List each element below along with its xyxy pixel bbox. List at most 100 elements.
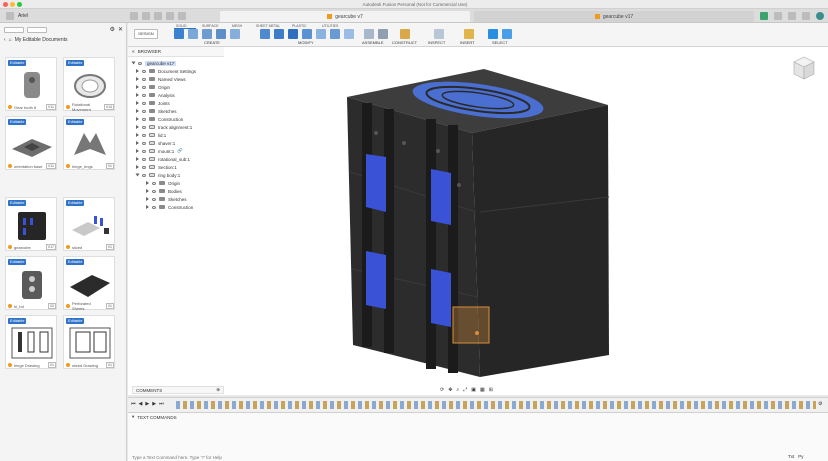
- txt-mode-radio[interactable]: Txt: [788, 454, 794, 459]
- tab-sheet-metal[interactable]: SHEET METAL: [256, 24, 280, 28]
- minimize-window-button[interactable]: [10, 2, 15, 7]
- pan-icon[interactable]: ✥: [448, 387, 452, 393]
- card-version[interactable]: V1: [105, 163, 114, 169]
- prev-step-icon[interactable]: ◀: [139, 401, 143, 407]
- hole-icon[interactable]: [216, 29, 226, 39]
- joint-icon[interactable]: [378, 29, 388, 39]
- text-command-input[interactable]: [128, 453, 778, 461]
- expand-icon[interactable]: [136, 117, 139, 121]
- visibility-icon[interactable]: [142, 77, 146, 81]
- visibility-icon[interactable]: [142, 93, 146, 97]
- expand-icon[interactable]: [146, 189, 149, 193]
- group-inspect[interactable]: INSPECT: [428, 40, 445, 45]
- user-name[interactable]: Ariel: [18, 12, 28, 20]
- card-orientation-base[interactable]: Editable orientation base V11: [5, 116, 57, 170]
- visibility-icon[interactable]: [142, 141, 146, 145]
- expand-icon[interactable]: [136, 101, 139, 105]
- card-rotational-movement[interactable]: Editable Rotational Movement V14: [63, 57, 115, 112]
- visibility-icon[interactable]: [142, 109, 146, 113]
- card-version[interactable]: V17: [45, 244, 56, 250]
- fillet-icon[interactable]: [274, 29, 284, 39]
- close-panel-icon[interactable]: ✕: [118, 26, 123, 33]
- card-perforated-sheets[interactable]: Editable Perforated Sheets V1: [63, 256, 115, 311]
- add-comment-icon[interactable]: ⊕: [216, 387, 220, 393]
- close-window-button[interactable]: [3, 2, 8, 7]
- collapse-icon[interactable]: ▾: [132, 414, 134, 420]
- card-version[interactable]: V11: [46, 163, 56, 169]
- measure-icon[interactable]: [434, 29, 444, 39]
- expand-icon[interactable]: [136, 165, 139, 169]
- visibility-icon[interactable]: [152, 189, 156, 193]
- browser-root[interactable]: gearcube v17: [131, 59, 177, 67]
- expand-icon[interactable]: [136, 133, 139, 137]
- expand-icon[interactable]: [131, 61, 136, 65]
- browser-item[interactable]: rotational_sub:1: [136, 155, 190, 163]
- breadcrumb-label[interactable]: My Editable Documents: [15, 37, 68, 43]
- group-assemble[interactable]: ASSEMBLE: [362, 40, 384, 45]
- expand-icon[interactable]: [136, 149, 139, 153]
- card-hi-bd[interactable]: Editable hi_bd V2: [5, 256, 57, 310]
- avatar[interactable]: [816, 12, 824, 20]
- play-icon[interactable]: ▶: [145, 401, 149, 407]
- browser-item[interactable]: Joints: [136, 99, 170, 107]
- timeline-features[interactable]: [176, 401, 816, 409]
- browser-item[interactable]: track alignment:1: [136, 123, 192, 131]
- group-construct[interactable]: CONSTRUCT: [392, 40, 417, 45]
- browser-item[interactable]: Sketches: [136, 107, 177, 115]
- card-version[interactable]: V14: [103, 104, 114, 110]
- last-step-icon[interactable]: ⏭: [159, 401, 164, 407]
- next-step-icon[interactable]: ▶: [152, 401, 156, 407]
- new-component-icon[interactable]: [364, 29, 374, 39]
- browser-item[interactable]: Document Settings: [136, 67, 196, 75]
- collapse-browser-icon[interactable]: «: [132, 49, 135, 55]
- add-tab-icon[interactable]: [774, 12, 782, 20]
- card-version[interactable]: V1: [105, 362, 114, 368]
- tab-gearcube-v17[interactable]: gearcube v17: [474, 11, 754, 22]
- visibility-icon[interactable]: [152, 197, 156, 201]
- visibility-icon[interactable]: [138, 61, 142, 65]
- py-mode-radio[interactable]: Py: [798, 454, 803, 459]
- redo-icon[interactable]: [178, 12, 186, 20]
- visibility-icon[interactable]: [152, 205, 156, 209]
- expand-icon[interactable]: [146, 205, 149, 209]
- model-view[interactable]: [128, 47, 828, 395]
- browser-item[interactable]: Construction: [146, 203, 193, 211]
- extrude-icon[interactable]: [188, 29, 198, 39]
- new-sketch-icon[interactable]: [174, 29, 184, 39]
- expand-icon[interactable]: [136, 125, 139, 129]
- data-panel-icon[interactable]: [130, 12, 138, 20]
- combine-icon[interactable]: [302, 29, 312, 39]
- align-icon[interactable]: [330, 29, 340, 39]
- group-modify[interactable]: MODIFY: [298, 40, 314, 45]
- browser-item[interactable]: lid:1: [136, 131, 166, 139]
- save-icon[interactable]: [154, 12, 162, 20]
- tab-plastic[interactable]: PLASTIC: [292, 24, 307, 28]
- browser-item[interactable]: Origin: [146, 179, 180, 187]
- visibility-icon[interactable]: [142, 173, 146, 177]
- first-step-icon[interactable]: ⏮: [131, 401, 136, 407]
- comments-panel[interactable]: COMMENTS ⊕: [132, 386, 224, 394]
- browser-item[interactable]: mount:1 🔗: [136, 147, 183, 155]
- new-folder-button[interactable]: [27, 26, 47, 33]
- card-version[interactable]: V1: [47, 362, 56, 368]
- browser-item[interactable]: Bodies: [146, 187, 182, 195]
- back-icon[interactable]: ‹: [4, 37, 6, 43]
- window-select-icon[interactable]: [502, 29, 512, 39]
- card-hinge-rings[interactable]: Editable hinge_rings V1: [63, 116, 115, 170]
- visibility-icon[interactable]: [142, 133, 146, 137]
- notification-icon[interactable]: [788, 12, 796, 20]
- move-icon[interactable]: [316, 29, 326, 39]
- tab-utilities[interactable]: UTILITIES: [322, 24, 338, 28]
- select-icon[interactable]: [488, 29, 498, 39]
- card-sliced[interactable]: Editable sliced V1: [63, 197, 115, 251]
- visibility-icon[interactable]: [142, 85, 146, 89]
- visibility-icon[interactable]: [152, 181, 156, 185]
- viewports-icon[interactable]: ⊞: [489, 387, 493, 393]
- browser-item[interactable]: Named Views: [136, 75, 186, 83]
- canvas-viewport[interactable]: « BROWSER gearcube v17: [128, 47, 828, 395]
- expand-icon[interactable]: [146, 181, 149, 185]
- expand-icon[interactable]: [135, 173, 140, 177]
- tab-surface[interactable]: SURFACE: [202, 24, 219, 28]
- expand-icon[interactable]: [136, 109, 139, 113]
- card-gear-tooth-8[interactable]: Editable Gear tooth 8 V11: [5, 57, 57, 111]
